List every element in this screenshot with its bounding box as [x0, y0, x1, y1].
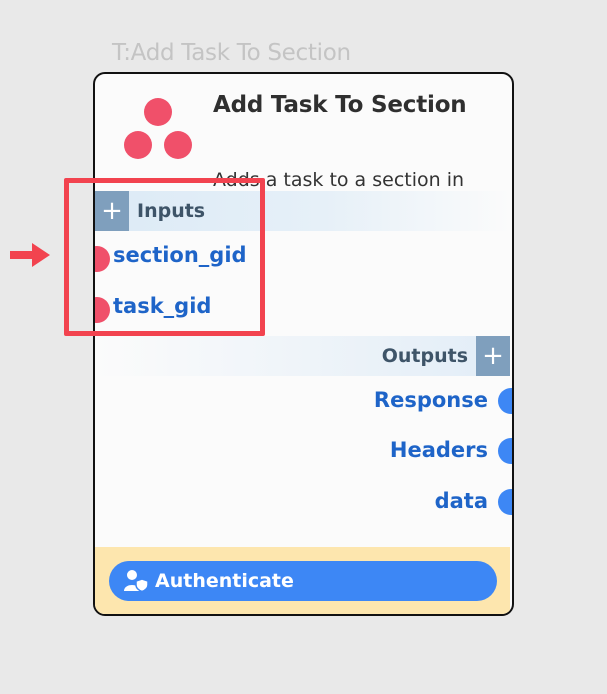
node-card[interactable]: Add Task To Section Adds a task to a sec…	[93, 72, 514, 616]
authenticate-label: Authenticate	[155, 570, 294, 592]
output-connector-dot[interactable]	[498, 489, 512, 515]
arrow-right-icon	[10, 243, 50, 267]
asana-logo-icon	[124, 98, 192, 159]
outputs-label: Outputs	[381, 345, 468, 367]
output-port-data[interactable]: data	[212, 486, 512, 516]
output-port-label: Headers	[389, 438, 488, 462]
outer-node-title: T:Add Task To Section	[112, 40, 351, 66]
output-port-response[interactable]: Response	[212, 385, 512, 415]
add-output-button[interactable]: +	[476, 336, 510, 376]
outputs-section-header: Outputs +	[95, 336, 510, 376]
output-port-label: Response	[373, 388, 488, 412]
output-port-label: data	[434, 489, 488, 513]
output-port-headers[interactable]: Headers	[212, 435, 512, 465]
user-shield-icon	[124, 570, 149, 593]
output-connector-dot[interactable]	[498, 388, 512, 414]
node-title: Add Task To Section	[213, 92, 467, 118]
authenticate-button[interactable]: Authenticate	[109, 561, 497, 601]
node-footer: Authenticate	[95, 547, 510, 614]
highlight-annotation-box	[64, 178, 265, 336]
output-connector-dot[interactable]	[498, 438, 512, 464]
